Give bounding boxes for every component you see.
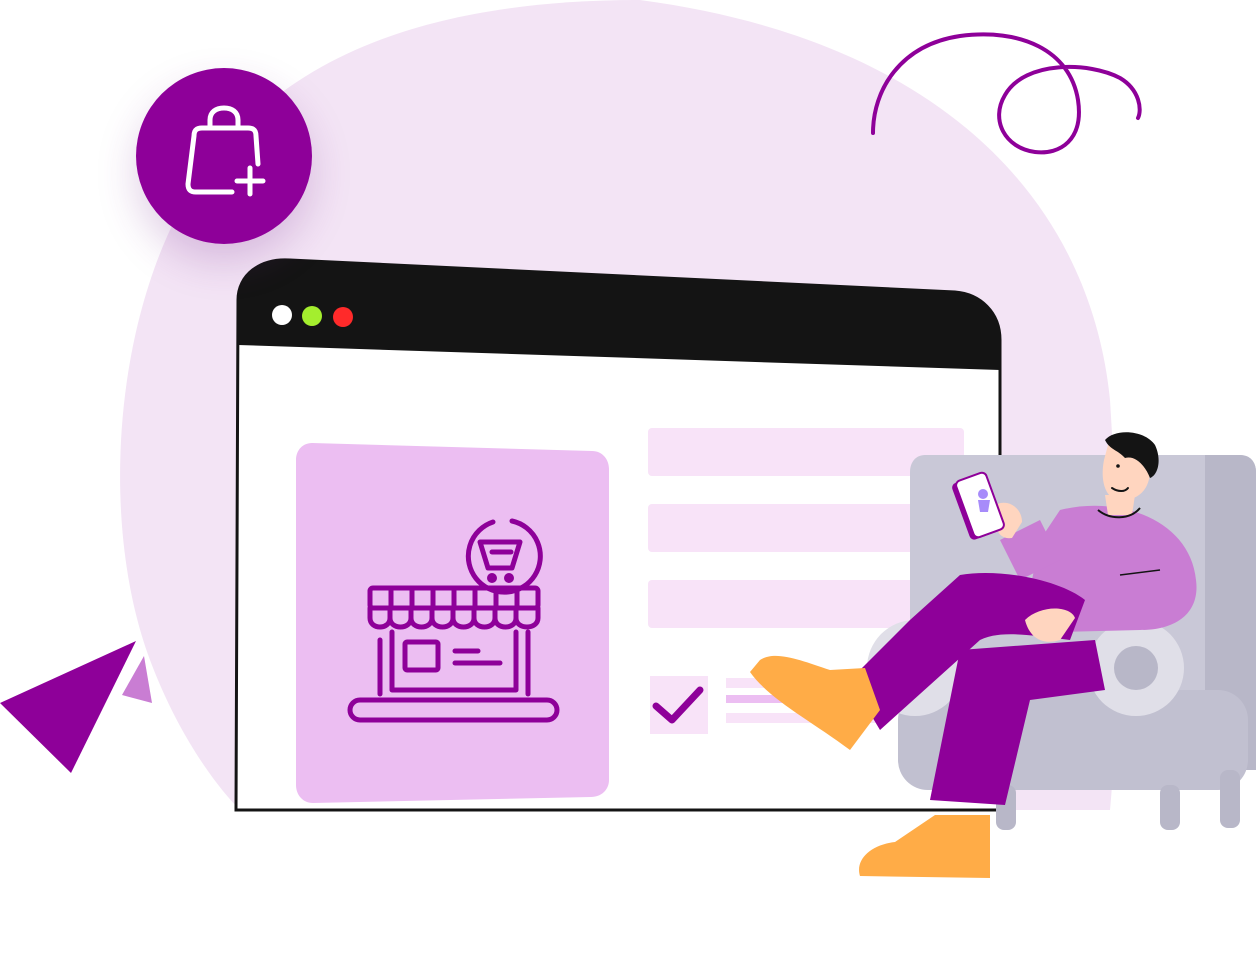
form-field-2 bbox=[648, 504, 948, 552]
form-field-3 bbox=[648, 580, 928, 628]
window-control-white bbox=[272, 305, 292, 325]
window-control-red bbox=[333, 307, 353, 327]
illustration-scene bbox=[0, 0, 1256, 964]
window-control-green bbox=[302, 306, 322, 326]
shopping-bag-plus-icon bbox=[136, 68, 312, 244]
shopping-badge bbox=[136, 68, 312, 244]
cursor-arrow-icon bbox=[0, 641, 152, 773]
